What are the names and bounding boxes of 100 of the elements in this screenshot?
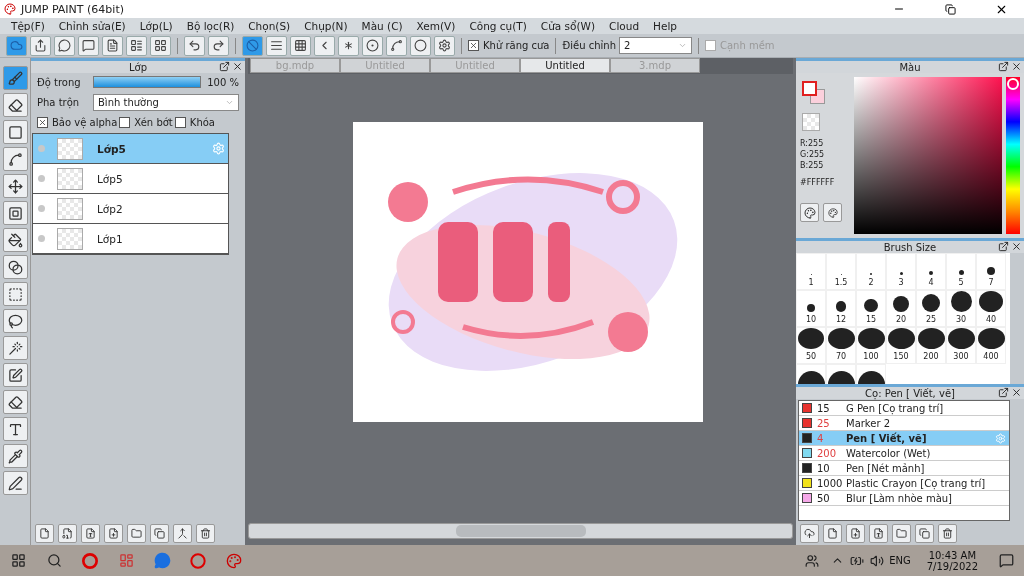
toolbar-button[interactable] xyxy=(434,35,455,56)
hue-slider[interactable] xyxy=(1006,77,1020,234)
tool-button[interactable] xyxy=(2,174,28,198)
panel-button[interactable] xyxy=(800,523,819,543)
brush-row[interactable]: 10 Pen [Nét mảnh] xyxy=(799,461,1009,476)
menu-item[interactable]: Màu (C) xyxy=(354,20,410,32)
hue-marker[interactable] xyxy=(1007,77,1019,90)
toolbar-button[interactable] xyxy=(266,35,287,56)
color-picker[interactable] xyxy=(854,77,1002,234)
panel-button[interactable] xyxy=(104,523,123,543)
checkbox[interactable] xyxy=(119,117,131,128)
brush-size-option[interactable]: 10 xyxy=(796,290,826,327)
notification-icon[interactable] xyxy=(999,553,1014,568)
toolbar-button[interactable] xyxy=(338,35,359,56)
menu-item[interactable]: Cloud xyxy=(602,20,647,32)
menu-item[interactable]: Lớp(L) xyxy=(132,20,180,32)
brush-size-option[interactable]: 2 xyxy=(856,253,886,290)
blend-dropdown[interactable]: Bình thường xyxy=(93,94,239,111)
tool-button[interactable] xyxy=(2,66,28,90)
menu-item[interactable]: Chụp(N) xyxy=(297,20,355,32)
toolbar-button[interactable] xyxy=(54,35,75,56)
brush-row[interactable]: 15 G Pen [Cọ trang trí] xyxy=(799,401,1009,416)
panel-button[interactable] xyxy=(150,523,169,543)
toolbar-button[interactable] xyxy=(386,35,407,56)
clock-date[interactable]: 7/19/2022 xyxy=(921,560,983,572)
tool-button[interactable] xyxy=(2,201,28,225)
toolbar-button[interactable] xyxy=(102,35,123,56)
toolbar-button[interactable] xyxy=(184,35,205,56)
brush-size-option[interactable]: 20 xyxy=(886,290,916,327)
brush-size-option[interactable]: 70 xyxy=(826,327,856,364)
toolbar-button[interactable] xyxy=(362,35,383,56)
close-icon[interactable] xyxy=(1011,61,1022,72)
transparent-swatch[interactable] xyxy=(802,113,820,131)
brush-size-option[interactable]: 15 xyxy=(856,290,886,327)
panel-button[interactable] xyxy=(915,523,934,543)
brush-row[interactable]: 50 Blur [Làm nhòe màu] xyxy=(799,491,1009,506)
menu-item[interactable]: Tệp(F) xyxy=(4,20,52,32)
brush-row[interactable]: 200 Watercolor (Wet) xyxy=(799,446,1009,461)
brush-size-option[interactable]: 1 xyxy=(796,253,826,290)
tool-button[interactable] xyxy=(2,309,28,333)
tool-button[interactable] xyxy=(2,336,28,360)
brush-size-option[interactable]: 50 xyxy=(796,327,826,364)
palette-button[interactable] xyxy=(800,203,819,222)
brush-size-option[interactable]: 200 xyxy=(916,327,946,364)
tool-button[interactable] xyxy=(2,147,28,171)
brush-size-option[interactable]: 40 xyxy=(976,290,1006,327)
tool-button[interactable] xyxy=(2,390,28,414)
panel-button[interactable] xyxy=(173,523,192,543)
tool-button[interactable] xyxy=(2,444,28,468)
close-icon[interactable] xyxy=(1011,241,1022,252)
popout-icon[interactable] xyxy=(219,61,230,72)
menu-item[interactable]: Công cụ(T) xyxy=(462,20,534,32)
panel-button[interactable] xyxy=(81,523,100,543)
toolbar-button[interactable] xyxy=(30,35,51,56)
clock-time[interactable]: 10:43 AM xyxy=(923,549,982,561)
brush-size-option[interactable]: 3 xyxy=(886,253,916,290)
visibility-dot[interactable] xyxy=(38,235,45,242)
brush-size-option[interactable]: 7 xyxy=(976,253,1006,290)
brush-size-option[interactable]: 150 xyxy=(886,327,916,364)
brush-size-option[interactable]: 300 xyxy=(946,327,976,364)
volume-icon[interactable] xyxy=(870,553,885,568)
color-swatches[interactable] xyxy=(802,81,826,105)
layer-row[interactable]: Lớp5 xyxy=(33,134,228,164)
toolbar-button[interactable] xyxy=(290,35,311,56)
brush-size-option[interactable]: 400 xyxy=(976,327,1006,364)
checkbox[interactable] xyxy=(174,117,186,128)
menu-item[interactable]: Cửa sổ(W) xyxy=(533,20,603,32)
panel-button[interactable] xyxy=(35,523,54,543)
brush-size-option[interactable]: 12 xyxy=(826,290,856,327)
toolbar-button[interactable] xyxy=(78,35,99,56)
tool-button[interactable] xyxy=(2,255,28,279)
visibility-dot[interactable] xyxy=(38,205,45,212)
menu-item[interactable]: Help xyxy=(646,20,685,32)
tool-button[interactable] xyxy=(2,93,28,117)
brush-size-option[interactable]: 5 xyxy=(946,253,976,290)
panel-button[interactable] xyxy=(846,523,865,543)
panel-button[interactable] xyxy=(196,523,215,543)
panel-button[interactable] xyxy=(869,523,888,543)
brush-row[interactable]: 1000 Plastic Crayon [Cọ trang trí] xyxy=(799,476,1009,491)
panel-button[interactable] xyxy=(58,523,77,543)
language-indicator[interactable]: ENG xyxy=(884,555,916,566)
toolbar-button[interactable] xyxy=(6,35,27,56)
tool-button[interactable] xyxy=(2,120,28,144)
panel-button[interactable] xyxy=(938,523,957,543)
document-tab[interactable]: Untitled xyxy=(520,58,610,73)
menu-item[interactable]: Xem(V) xyxy=(409,20,463,32)
checkbox[interactable] xyxy=(468,40,479,51)
panel-button[interactable] xyxy=(892,523,911,543)
brush-size-option[interactable]: 25 xyxy=(916,290,946,327)
visibility-dot[interactable] xyxy=(38,145,45,152)
tool-button[interactable] xyxy=(2,471,28,495)
close-icon[interactable] xyxy=(1011,387,1022,398)
tool-button[interactable] xyxy=(2,228,28,252)
popout-icon[interactable] xyxy=(998,241,1009,252)
palette-edit-button[interactable] xyxy=(823,203,842,222)
toolbar-button[interactable] xyxy=(242,35,263,56)
toolbar-button[interactable] xyxy=(314,35,335,56)
popout-icon[interactable] xyxy=(998,61,1009,72)
brush-size-option[interactable]: 4 xyxy=(916,253,946,290)
brush-row[interactable]: 4 Pen [ Viết, vẽ] xyxy=(799,431,1009,446)
